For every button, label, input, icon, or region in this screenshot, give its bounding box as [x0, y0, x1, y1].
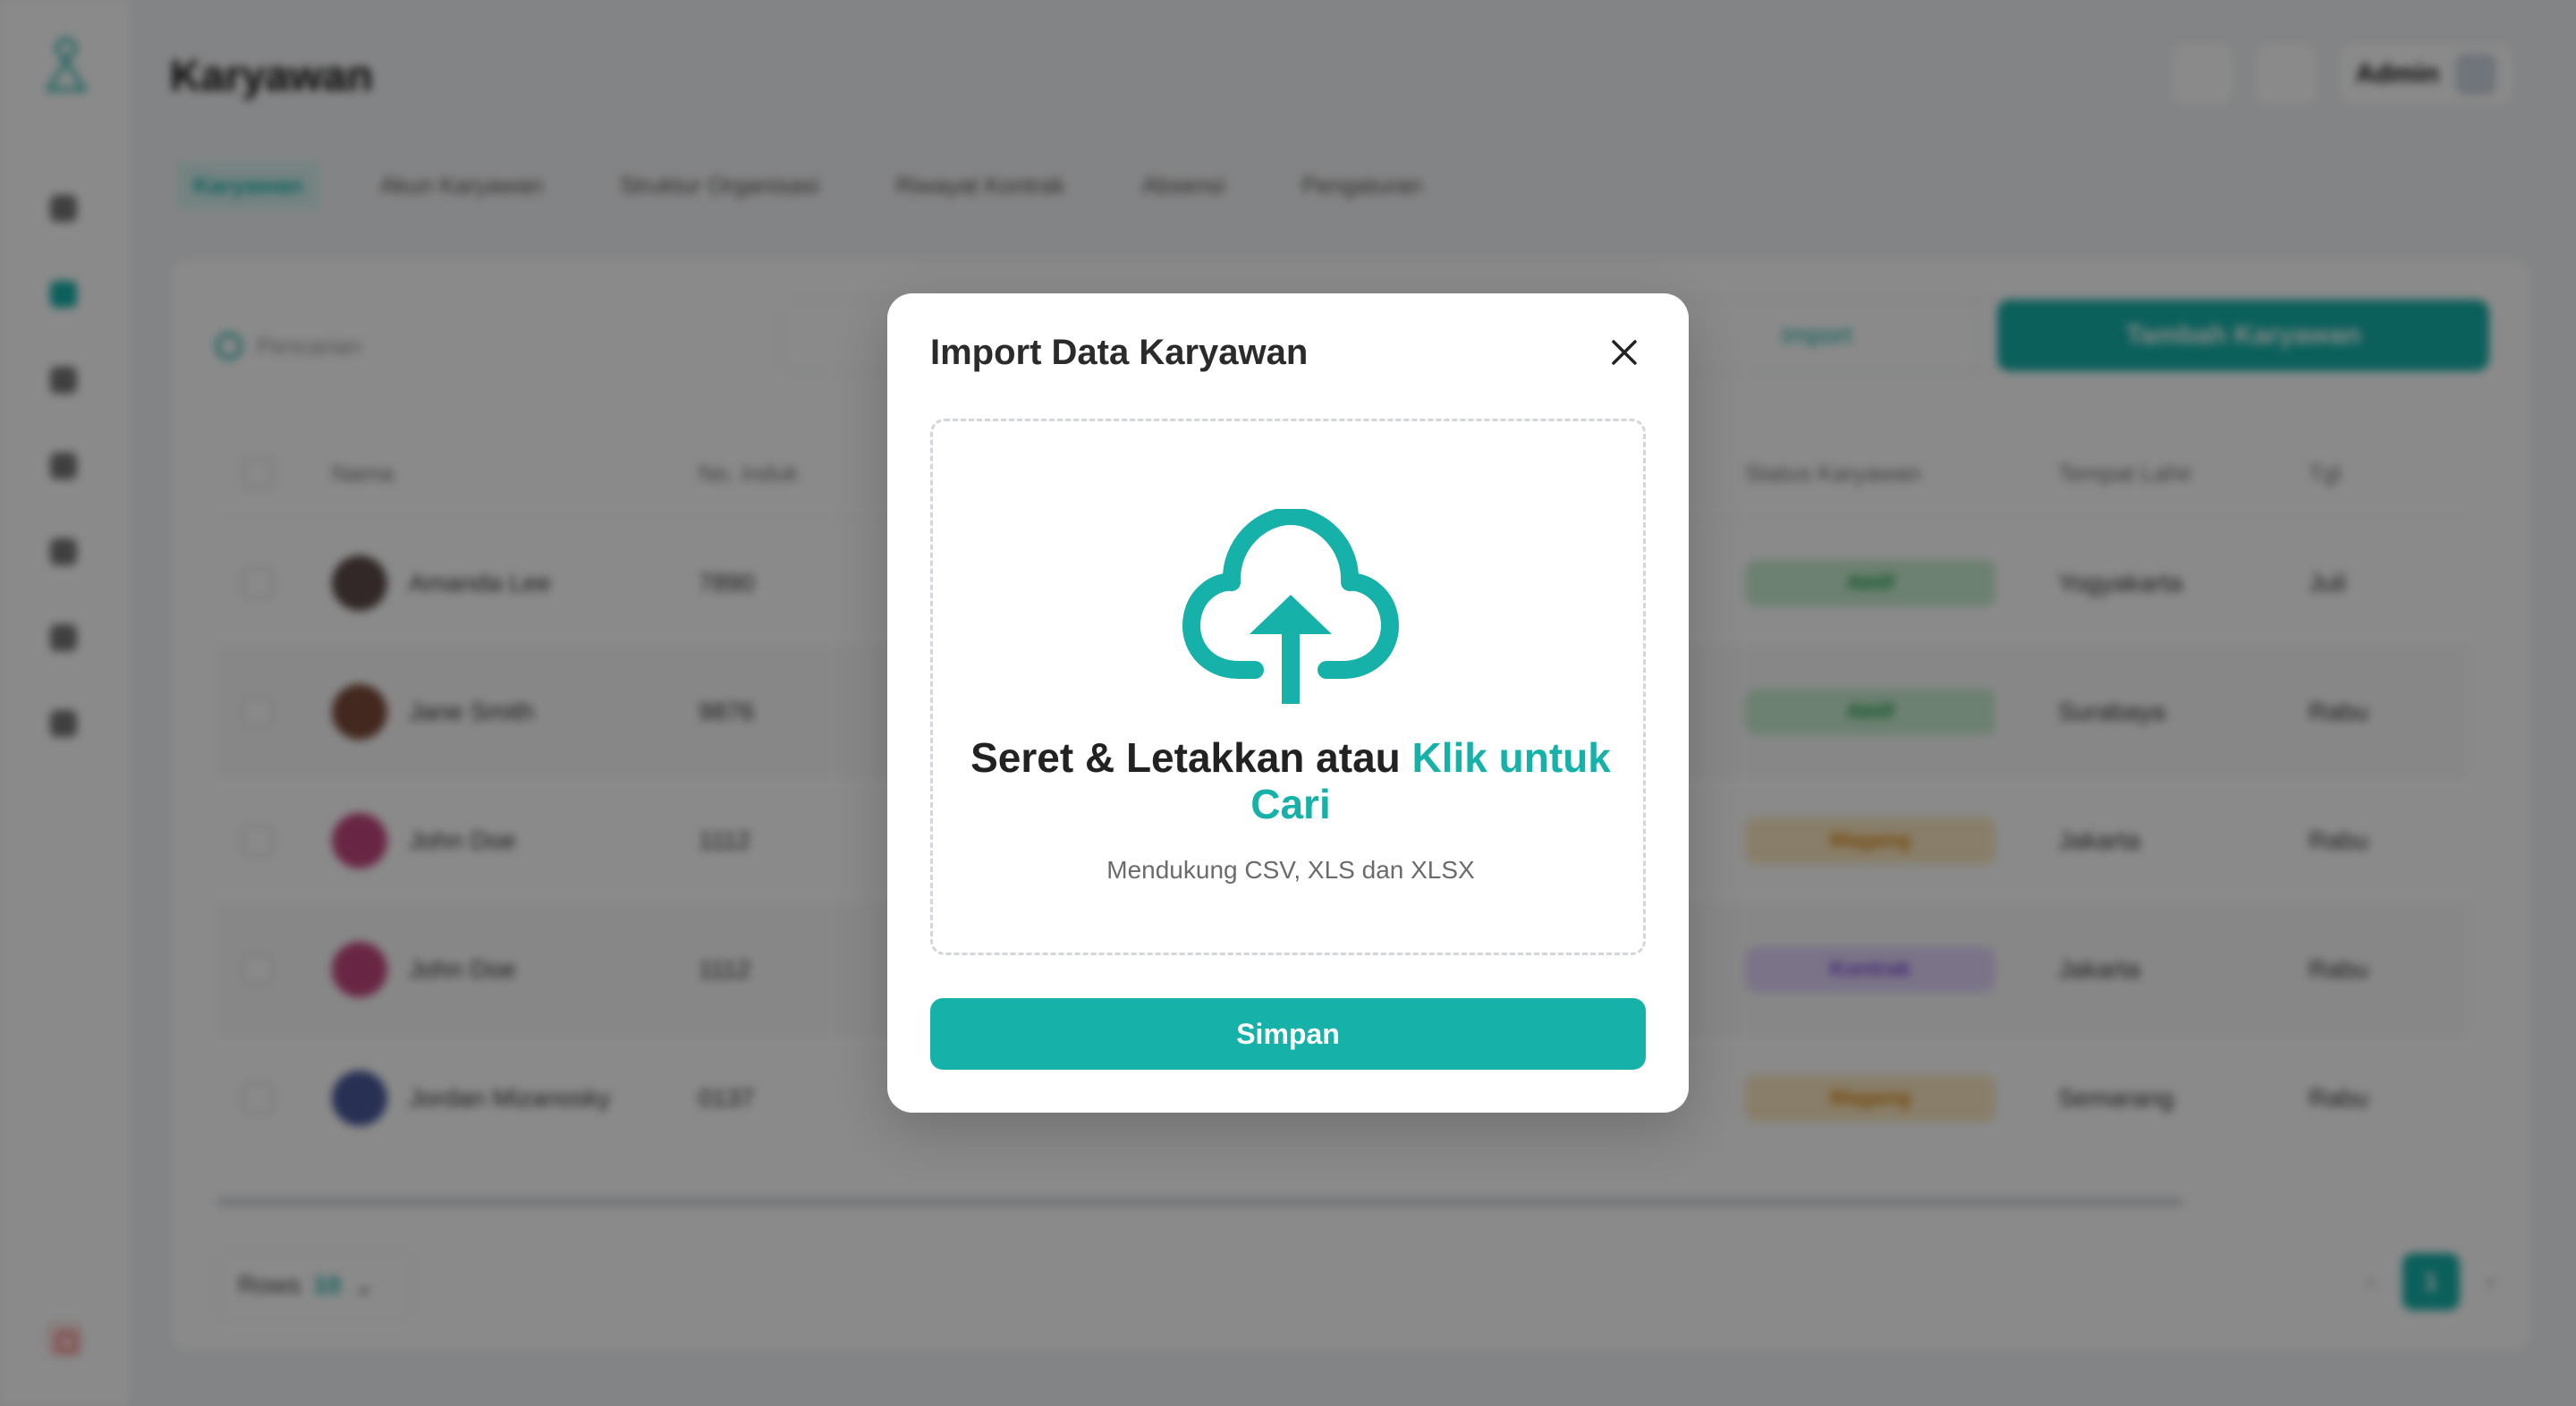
supported-formats: Mendukung CSV, XLS dan XLSX: [1106, 856, 1475, 884]
import-modal: Import Data Karyawan Seret & Letakkan at…: [887, 293, 1689, 1113]
drop-instruction: Seret & Letakkan atau Klik untuk Cari: [933, 734, 1648, 827]
save-button[interactable]: Simpan: [930, 998, 1646, 1070]
close-button[interactable]: [1603, 331, 1646, 374]
modal-title: Import Data Karyawan: [930, 333, 1309, 372]
drop-text-main: Seret & Letakkan atau: [970, 734, 1412, 781]
close-icon: [1612, 340, 1637, 365]
cloud-upload-icon: [1182, 509, 1399, 704]
file-dropzone[interactable]: Seret & Letakkan atau Klik untuk Cari Me…: [930, 419, 1646, 955]
